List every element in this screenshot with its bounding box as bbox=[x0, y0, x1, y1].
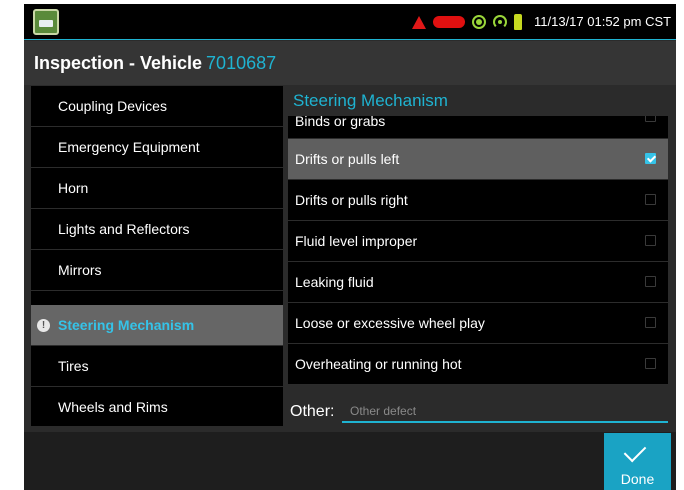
status-bar: 11/13/17 01:52 pm CST bbox=[24, 4, 676, 40]
sidebar-item-horn[interactable]: Horn bbox=[31, 168, 283, 209]
done-label: Done bbox=[620, 471, 655, 487]
gps-icon bbox=[472, 15, 486, 29]
defect-label: Fluid level improper bbox=[295, 233, 418, 249]
defect-checkbox[interactable] bbox=[645, 358, 656, 369]
other-label: Other: bbox=[290, 403, 335, 420]
sidebar-item-emergency-equipment[interactable]: Emergency Equipment bbox=[31, 127, 283, 168]
defect-row-overheating-or-running-hot[interactable]: Overheating or running hot bbox=[288, 344, 668, 385]
defect-row-drifts-or-pulls-left[interactable]: Drifts or pulls left bbox=[288, 139, 668, 180]
sidebar-item-label: Tires bbox=[58, 358, 89, 374]
app-icon[interactable] bbox=[33, 9, 59, 35]
warning-icon bbox=[412, 15, 426, 29]
sidebar-item-label: Horn bbox=[58, 180, 89, 196]
sidebar-item-mirrors[interactable]: Mirrors bbox=[31, 250, 283, 291]
page-title: Inspection - Vehicle 7010687 bbox=[34, 53, 276, 74]
page-title-text: Inspection - Vehicle bbox=[34, 53, 203, 73]
alert-icon: ! bbox=[37, 319, 50, 332]
defect-row-binds-or-grabs[interactable]: Binds or grabs bbox=[288, 116, 668, 139]
sidebar-item-wheels-and-rims[interactable]: Wheels and Rims bbox=[31, 387, 283, 426]
sidebar-item-label: Steering Mechanism bbox=[58, 317, 195, 333]
defect-list: Binds or grabs Drifts or pulls left Drif… bbox=[288, 116, 668, 397]
sidebar-item-coupling-devices[interactable]: Coupling Devices bbox=[31, 86, 283, 127]
signal-icon bbox=[493, 15, 507, 29]
defect-label: Overheating or running hot bbox=[295, 356, 462, 372]
sidebar-item-label: Wheels and Rims bbox=[58, 399, 168, 415]
panel-title: Steering Mechanism bbox=[288, 88, 668, 116]
plug-icon bbox=[514, 14, 522, 30]
defect-checkbox-checked[interactable] bbox=[645, 153, 656, 164]
inspection-screen: 11/13/17 01:52 pm CST Inspection - Vehic… bbox=[24, 4, 676, 490]
defect-row-leaking-fluid[interactable]: Leaking fluid bbox=[288, 262, 668, 303]
defect-label: Binds or grabs bbox=[295, 116, 386, 129]
defect-checkbox[interactable] bbox=[645, 116, 656, 122]
defect-row-drifts-or-pulls-right[interactable]: Drifts or pulls right bbox=[288, 180, 668, 221]
header: Inspection - Vehicle 7010687 bbox=[24, 41, 676, 85]
defect-checkbox[interactable] bbox=[645, 317, 656, 328]
sidebar-item-lights-and-reflectors[interactable]: Lights and Reflectors bbox=[31, 209, 283, 250]
defect-label: Leaking fluid bbox=[295, 274, 374, 290]
defect-checkbox[interactable] bbox=[645, 235, 656, 246]
sidebar-item-label: Emergency Equipment bbox=[58, 139, 200, 155]
redacted-mark bbox=[433, 16, 465, 28]
sidebar-item-steering-mechanism[interactable]: ! Steering Mechanism bbox=[31, 305, 283, 346]
defect-label: Drifts or pulls right bbox=[295, 192, 408, 208]
defect-label: Drifts or pulls left bbox=[295, 151, 400, 167]
clock: 11/13/17 01:52 pm CST bbox=[534, 14, 672, 29]
defect-row-loose-or-excessive-wheel-play[interactable]: Loose or excessive wheel play bbox=[288, 303, 668, 344]
sidebar-item-tires[interactable]: Tires bbox=[31, 346, 283, 387]
sidebar-item-label: Mirrors bbox=[58, 262, 102, 278]
done-button[interactable]: Done bbox=[604, 433, 671, 490]
defect-checkbox[interactable] bbox=[645, 194, 656, 205]
status-icons bbox=[412, 13, 522, 31]
category-sidebar: Coupling Devices Emergency Equipment Hor… bbox=[31, 86, 283, 426]
defect-checkbox[interactable] bbox=[645, 276, 656, 287]
vehicle-id: 7010687 bbox=[206, 53, 277, 73]
other-defect-input[interactable] bbox=[342, 401, 668, 423]
footer-bar bbox=[24, 432, 676, 490]
sidebar-item-label: Lights and Reflectors bbox=[58, 221, 190, 237]
checkmark-icon bbox=[623, 439, 647, 463]
sidebar-item-label: Coupling Devices bbox=[58, 98, 167, 114]
defect-row-fluid-level-improper[interactable]: Fluid level improper bbox=[288, 221, 668, 262]
defect-label: Loose or excessive wheel play bbox=[295, 315, 485, 331]
